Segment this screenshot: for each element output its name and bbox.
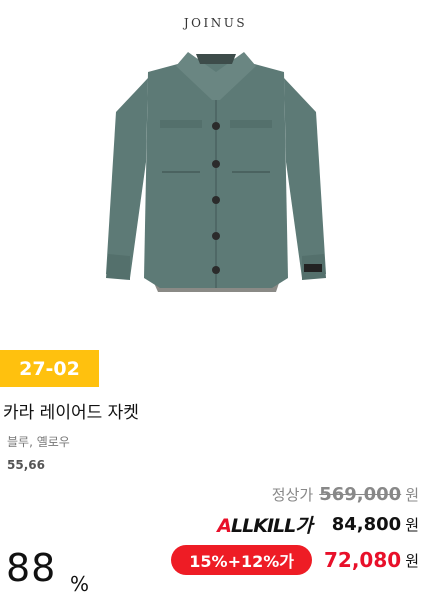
rating-value: 88 <box>6 546 57 590</box>
left-chest-pocket <box>160 120 202 128</box>
allkill-price-currency: 원 <box>405 516 419 534</box>
allkill-price-row: ALLKILL가 84,800 원 <box>217 511 419 538</box>
allkill-logo: ALLKILL가 <box>217 515 312 537</box>
original-price-row: 정상가 569,000 원 <box>272 484 419 505</box>
jacket-inner-collar <box>196 54 236 64</box>
jacket-left-cuff <box>106 254 130 280</box>
original-price: 569,000 <box>319 484 402 505</box>
jacket-button <box>212 160 220 168</box>
product-code-badge: 27-02 <box>0 350 99 387</box>
product-image-area[interactable]: JOINUS <box>0 0 431 338</box>
discount-badge: 15%+12%가 <box>171 545 312 575</box>
jacket-left-sleeve <box>106 78 148 278</box>
final-price-row: 15%+12%가 72,080 원 <box>171 545 419 575</box>
brand-logo: JOINUS <box>183 16 248 30</box>
product-colors: 블루, 옐로우 <box>7 435 70 449</box>
original-price-currency: 원 <box>405 486 419 504</box>
original-price-label: 정상가 <box>271 486 314 504</box>
jacket-button <box>212 232 220 240</box>
product-name[interactable]: 카라 레이어드 자켓 <box>3 398 139 423</box>
right-chest-pocket <box>230 120 272 128</box>
allkill-price: 84,800 <box>331 514 402 535</box>
product-sizes: 55,66 <box>7 458 45 472</box>
jacket-right-sleeve <box>284 78 326 278</box>
jacket-button <box>212 266 220 274</box>
jacket-button <box>212 122 220 130</box>
final-price: 72,080 <box>324 548 402 572</box>
jacket-button <box>212 196 220 204</box>
rating-unit: % <box>70 572 90 596</box>
final-price-currency: 원 <box>405 551 419 570</box>
product-image[interactable] <box>100 42 332 298</box>
cuff-label <box>304 264 322 272</box>
